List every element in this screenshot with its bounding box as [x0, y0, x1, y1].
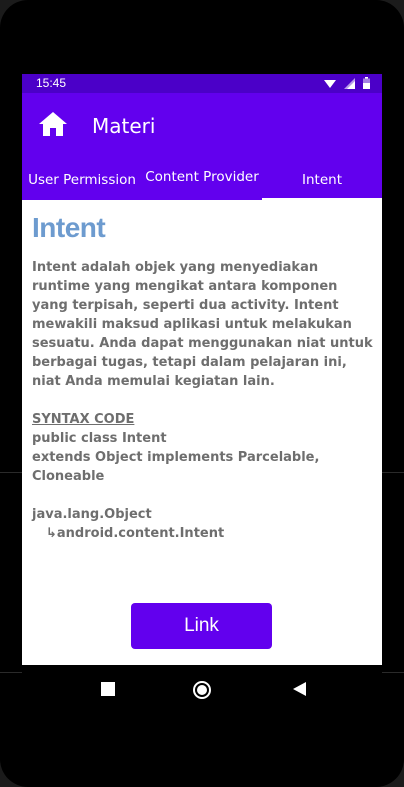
- hierarchy-child: ↳android.content.Intent: [46, 526, 225, 541]
- content-heading: Intent: [32, 212, 106, 243]
- frame-line: [382, 672, 404, 673]
- app-screen: 15:45 Materi User Permission Content Pro…: [22, 74, 382, 665]
- frame-line: [0, 472, 22, 473]
- hierarchy-parent: java.lang.Object: [32, 507, 152, 522]
- tab-bar: User Permission Content Provider Intent: [22, 159, 382, 200]
- frame-line: [382, 472, 404, 473]
- back-icon[interactable]: [290, 680, 308, 698]
- device-frame: 15:45 Materi User Permission Content Pro…: [0, 0, 404, 787]
- syntax-title: SYNTAX CODE: [32, 412, 135, 427]
- content-area: Intent Intent adalah objek yang menyedia…: [32, 212, 374, 543]
- recents-icon[interactable]: [99, 680, 117, 698]
- syntax-line: public class Intent: [32, 431, 167, 446]
- frame-line: [0, 672, 22, 673]
- tab-intent[interactable]: Intent: [262, 159, 382, 200]
- signal-icon: [344, 77, 355, 89]
- home-icon[interactable]: [38, 111, 68, 137]
- status-bar: 15:45: [22, 74, 382, 93]
- status-icons: [324, 77, 370, 89]
- navigation-bar: [22, 665, 382, 713]
- description-text: Intent adalah objek yang menyediakan run…: [32, 260, 373, 389]
- syntax-line: extends Object implements Parcelable, Cl…: [32, 450, 320, 484]
- link-button[interactable]: Link: [131, 603, 272, 649]
- syntax-section: SYNTAX CODE public class Intent extends …: [32, 410, 374, 486]
- tab-user-permission[interactable]: User Permission: [22, 159, 142, 200]
- page-title: Materi: [92, 114, 156, 138]
- class-hierarchy: java.lang.Object ↳android.content.Intent: [32, 505, 374, 543]
- wifi-icon: [324, 79, 336, 88]
- home-nav-icon[interactable]: [192, 680, 212, 700]
- battery-icon: [363, 77, 370, 89]
- app-bar: Materi User Permission Content Provider …: [22, 93, 382, 200]
- tab-content-provider[interactable]: Content Provider: [142, 159, 262, 200]
- status-time: 15:45: [36, 76, 67, 90]
